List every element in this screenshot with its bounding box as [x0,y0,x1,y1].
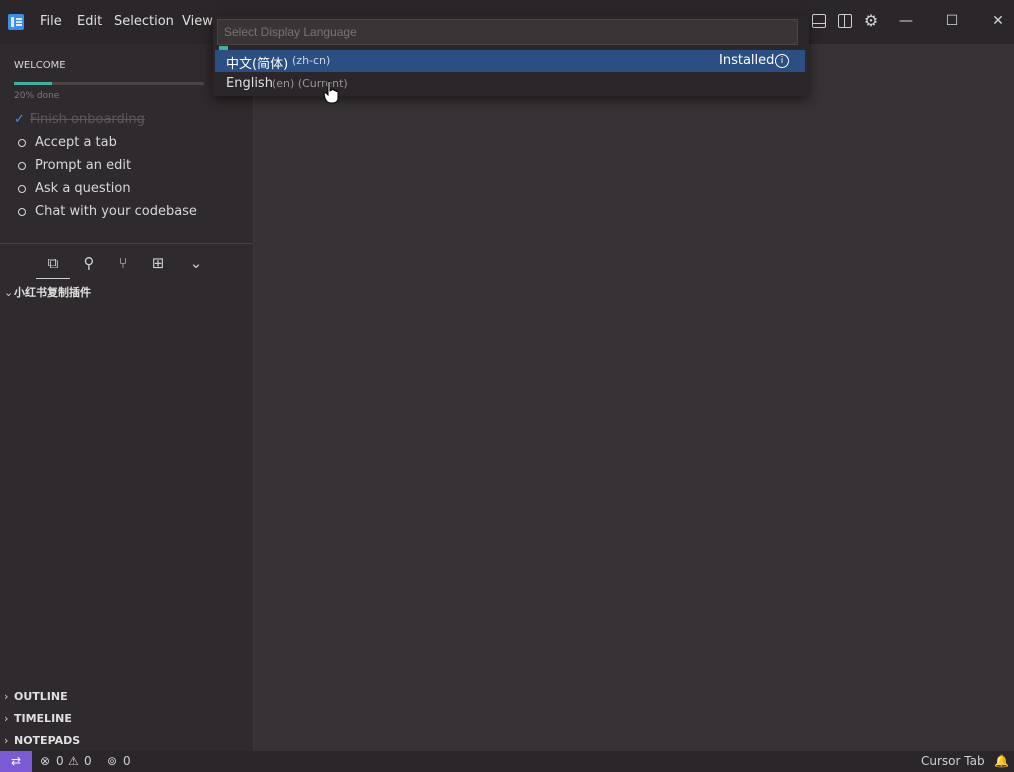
sidebar-divider [0,243,253,244]
step-finish-onboarding[interactable]: ✓ Finish onboarding [14,112,145,127]
bell-icon[interactable]: 🔔 [994,754,1009,768]
status-bar: ⇄ ⊗ 0 ⚠ 0 ⊚ 0 Cursor Tab 🔔 [0,751,1014,772]
step-prompt-edit[interactable]: Prompt an edit [18,158,131,173]
item-label: 中文(简体) [226,57,289,72]
item-description: (zh-cn) [292,54,331,67]
toggle-secondary-sidebar-icon[interactable] [838,14,852,28]
quick-pick-input[interactable] [217,19,798,45]
search-icon[interactable]: ⚲ [80,254,98,272]
onboarding-progress-bar [14,82,204,85]
source-control-icon[interactable]: ⑂ [114,254,132,272]
chevron-right-icon: › [4,712,9,725]
minimize-icon[interactable]: — [895,10,917,32]
timeline-section[interactable]: › TIMELINE [4,712,72,725]
extensions-icon[interactable]: ⊞ [149,254,167,272]
warnings-count[interactable]: 0 [84,754,92,768]
hand-cursor-icon [323,80,339,104]
chevron-down-icon[interactable]: ⌄ [187,254,205,272]
progress-text: 20% done [14,91,60,101]
app-logo-icon [8,14,24,30]
info-icon[interactable]: i [775,54,789,68]
maximize-icon[interactable]: ☐ [941,10,963,32]
progress-fill [14,82,52,85]
cursor-tab-status[interactable]: Cursor Tab [921,754,985,768]
editor-area [254,44,1014,751]
errors-icon[interactable]: ⊗ [40,754,50,768]
notepads-section[interactable]: › NOTEPADS [4,734,80,747]
sidebar: WELCOME 20% done ✓ Finish onboarding Acce… [0,44,254,751]
close-icon[interactable]: ✕ [987,10,1009,32]
chevron-right-icon: › [4,690,9,703]
quick-pick-item-zh-cn[interactable]: 中文(简体) (zh-cn) Installed i [215,50,805,72]
step-chat-codebase[interactable]: Chat with your codebase [18,204,197,219]
quick-pick-item-en[interactable]: English (en) (Current) [215,73,805,95]
outline-section[interactable]: › OUTLINE [4,690,68,703]
warnings-icon[interactable]: ⚠ [68,754,79,768]
chevron-down-icon: ⌄ [4,286,14,299]
menu-file[interactable]: File [40,14,62,29]
folder-section[interactable]: ⌄小红书复制插件 [4,284,91,300]
circle-icon [18,161,26,170]
circle-icon [18,207,26,216]
toggle-panel-icon[interactable] [812,14,826,28]
menu-selection[interactable]: Selection [114,14,174,29]
ports-count[interactable]: 0 [123,754,131,768]
explorer-icon[interactable]: ⧉ [44,254,62,272]
step-ask-question[interactable]: Ask a question [18,181,131,196]
menu-edit[interactable]: Edit [77,14,102,29]
ports-icon[interactable]: ⊚ [107,754,117,768]
settings-gear-icon[interactable]: ⚙ [860,10,882,32]
welcome-title: WELCOME [14,60,66,71]
step-accept-tab[interactable]: Accept a tab [18,135,117,150]
circle-icon [18,184,26,193]
circle-icon [18,138,26,147]
item-label: English [226,76,273,91]
remote-icon[interactable]: ⇄ [0,751,32,772]
menu-view[interactable]: View [182,14,213,29]
language-quick-pick: 中文(简体) (zh-cn) Installed i English (en) … [213,16,809,96]
errors-count[interactable]: 0 [56,754,64,768]
chevron-right-icon: › [4,734,9,747]
item-detail: Installed [719,53,775,68]
active-view-indicator [36,278,70,279]
checkmark-icon: ✓ [14,112,25,127]
